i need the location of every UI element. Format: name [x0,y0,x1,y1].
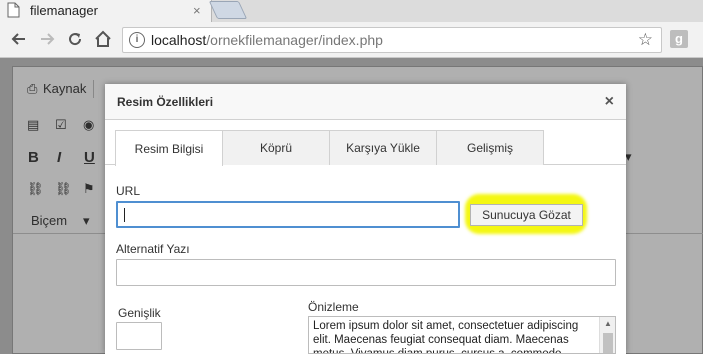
tab-upload[interactable]: Karşıya Yükle [329,130,437,165]
scroll-thumb[interactable] [603,333,613,353]
dialog-header: Resim Özellikleri × [105,84,626,120]
tab-image-info[interactable]: Resim Bilgisi [115,130,223,166]
source-icon[interactable]: ⎙ [27,81,37,97]
info-icon[interactable]: i [129,32,145,48]
table-icon[interactable]: ▤ [27,117,39,133]
close-icon[interactable]: × [605,93,614,111]
checkbox-icon[interactable]: ☑ [55,117,67,133]
address-bar[interactable]: i localhost/ornekfilemanager/index.php ☆ [122,27,662,53]
back-arrow-icon[interactable] [8,28,30,50]
scroll-up-icon[interactable]: ▲ [604,319,612,328]
preview-text: Lorem ipsum dolor sit amet, consectetuer… [313,320,579,354]
toolbar-separator [93,80,94,98]
page-icon [7,2,20,18]
dialog-title: Resim Özellikleri [117,95,214,109]
tab-link[interactable]: Köprü [222,130,330,165]
radio-icon[interactable]: ◉ [83,117,94,133]
reload-icon[interactable] [64,28,86,50]
underline-icon[interactable]: U [84,149,95,166]
url-input[interactable] [116,201,460,228]
forward-arrow-icon[interactable] [36,28,58,50]
bold-icon[interactable]: B [28,149,39,166]
tab-close-icon[interactable]: × [193,3,201,18]
style-dropdown[interactable]: Biçem [31,213,67,228]
flag-icon[interactable]: ⚑ [83,181,95,197]
width-input[interactable] [116,322,162,350]
italic-icon[interactable]: I [57,149,61,166]
tab-advanced[interactable]: Gelişmiş [436,130,544,165]
browser-tab-filemanager[interactable]: filemanager × [0,0,212,22]
link-icon[interactable]: ⛓ [27,181,44,197]
extension-icon[interactable]: g [670,30,688,48]
source-button[interactable]: Kaynak [43,81,86,96]
browser-toolbar: i localhost/ornekfilemanager/index.php ☆… [0,22,703,58]
style-dropdown-arrow-icon[interactable]: ▾ [83,213,90,229]
dialog-tabs: Resim Bilgisi Köprü Karşıya Yükle Gelişm… [105,130,626,166]
new-tab-button[interactable] [208,1,248,19]
address-url: localhost/ornekfilemanager/index.php [151,32,383,48]
text-caret [124,208,125,222]
alt-text-input[interactable] [116,259,616,286]
unlink-icon[interactable]: ⛓ [55,181,72,197]
width-label: Genişlik [118,306,161,320]
browse-server-button[interactable]: Sunucuya Gözat [470,204,583,226]
preview-label: Önizleme [308,300,359,314]
url-label: URL [116,184,141,198]
tab-title: filemanager [30,3,98,18]
home-icon[interactable] [92,28,114,50]
tab-strip: filemanager × [0,0,703,22]
alt-text-label: Alternatif Yazı [116,242,190,256]
preview-scrollbar[interactable]: ▲ [599,317,615,353]
preview-box: Lorem ipsum dolor sit amet, consectetuer… [308,316,616,354]
image-properties-dialog: Resim Özellikleri × Resim Bilgisi Köprü … [105,84,626,354]
star-icon[interactable]: ☆ [638,30,653,50]
